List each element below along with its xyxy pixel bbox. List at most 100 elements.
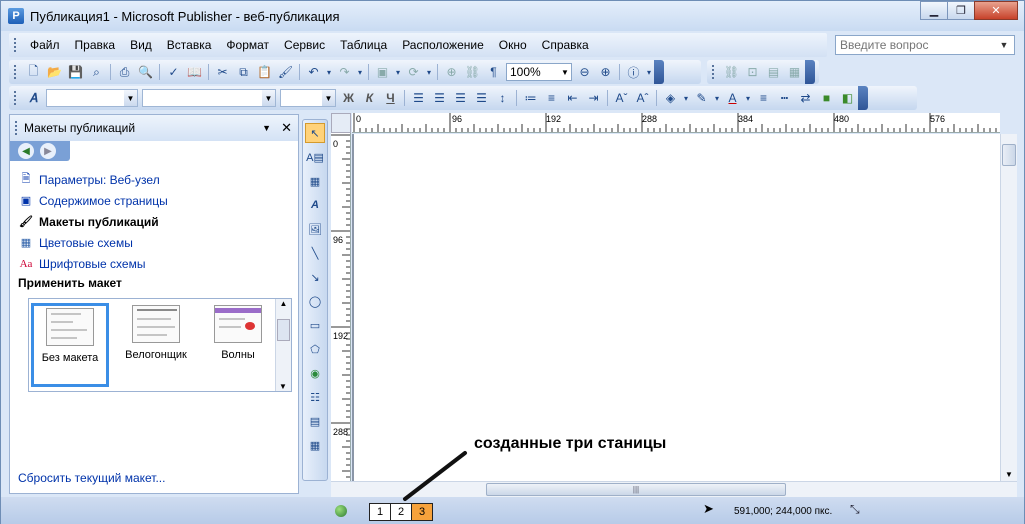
close-button[interactable]: ✕ (974, 1, 1018, 20)
spelling-icon[interactable]: ✓ (163, 62, 184, 82)
link-publication-designs[interactable]: 🖌 Макеты публикаций (10, 211, 298, 232)
chevron-down-icon[interactable]: ▼ (124, 90, 137, 106)
chevron-down-icon[interactable]: ▼ (559, 68, 571, 77)
research-icon[interactable]: 📖 (184, 62, 205, 82)
font-color-icon[interactable]: A (722, 88, 743, 108)
scroll-down-icon[interactable]: ▼ (1001, 470, 1017, 479)
shadow-style-icon[interactable]: ■ (816, 88, 837, 108)
font-combo[interactable]: ▼ (142, 89, 276, 107)
undo-icon[interactable]: ↶ (303, 62, 324, 82)
menu-edit[interactable]: Правка (68, 38, 124, 52)
underline-button[interactable]: Ч (380, 88, 401, 108)
web-page-icon[interactable]: ▦ (784, 62, 805, 82)
links-icon[interactable]: ⛓ (462, 62, 483, 82)
scroll-down-icon[interactable]: ▼ (276, 382, 290, 391)
format-painter-icon[interactable]: 🖌 (275, 62, 296, 82)
decrease-indent-icon[interactable]: ⇤ (562, 88, 583, 108)
align-center-icon[interactable]: ☰ (429, 88, 450, 108)
bold-button[interactable]: Ж (338, 88, 359, 108)
oval-icon[interactable]: ◯ (305, 291, 325, 311)
menu-view[interactable]: Вид (123, 38, 160, 52)
menu-window[interactable]: Окно (492, 38, 535, 52)
horizontal-scroll-thumb[interactable]: ||| (486, 483, 786, 496)
insert-table-icon[interactable]: ▦ (305, 171, 325, 191)
search-files-icon[interactable]: ⌕ (86, 62, 107, 82)
toolbar-options-icon[interactable] (858, 86, 868, 110)
font-color-dropdown-icon[interactable]: ▾ (743, 88, 753, 108)
arrow-icon[interactable]: ↘ (305, 267, 325, 287)
picture-frame-icon[interactable]: 🖼 (305, 219, 325, 239)
zoom-select[interactable]: 100% ▼ (506, 63, 572, 81)
toolbar-grip-icon[interactable] (13, 64, 17, 80)
design-thumb-none[interactable]: Без макета (31, 303, 109, 387)
minimize-button[interactable]: ▁ (920, 1, 948, 20)
chevron-down-icon[interactable]: ▼ (322, 90, 335, 106)
page-button-3[interactable]: 3 (411, 503, 433, 521)
toolbar-grip-icon[interactable] (13, 90, 17, 106)
menu-file[interactable]: Файл (23, 38, 68, 52)
undo-dropdown-icon[interactable]: ▾ (324, 62, 334, 82)
page-canvas[interactable] (352, 134, 1000, 481)
line-spacing-icon[interactable]: ↕ (492, 88, 513, 108)
vertical-scroll-thumb[interactable] (1002, 144, 1016, 166)
chevron-down-icon[interactable]: ▼ (996, 40, 1012, 50)
arrange-icon[interactable]: ▣ (372, 62, 393, 82)
cut-icon[interactable]: ✂ (212, 62, 233, 82)
arrow-style-icon[interactable]: ⇄ (795, 88, 816, 108)
gallery-scrollbar[interactable]: ▲ ▼ (275, 299, 291, 391)
rotate-icon[interactable]: ⟳ (403, 62, 424, 82)
arrange-dropdown-icon[interactable]: ▾ (393, 62, 403, 82)
reset-design-link[interactable]: Сбросить текущий макет... (18, 471, 165, 485)
new-icon[interactable]: 🗋 (23, 62, 44, 82)
line-style-icon[interactable]: ≡ (753, 88, 774, 108)
rotate-dropdown-icon[interactable]: ▾ (424, 62, 434, 82)
menu-arrange[interactable]: Расположение (395, 38, 492, 52)
print-icon[interactable]: ⎙ (114, 62, 135, 82)
group-icon[interactable]: ⊕ (441, 62, 462, 82)
help-question-input[interactable] (836, 38, 996, 52)
decrease-font-icon[interactable]: Aˇ (611, 88, 632, 108)
increase-indent-icon[interactable]: ⇥ (583, 88, 604, 108)
link-font-schemes[interactable]: Aa Шрифтовые схемы (10, 253, 298, 274)
task-pane-close-icon[interactable]: ✕ (281, 120, 292, 136)
scroll-up-icon[interactable]: ▲ (276, 299, 291, 308)
link-color-schemes[interactable]: ▦ Цветовые схемы (10, 232, 298, 253)
chevron-down-icon[interactable]: ▼ (262, 90, 275, 106)
paragraph-mark-icon[interactable]: ¶ (483, 62, 504, 82)
form-control-icon[interactable]: ☷ (305, 387, 325, 407)
help-icon[interactable]: ⓘ (623, 62, 644, 82)
line-icon[interactable]: ╲ (305, 243, 325, 263)
zoom-out-icon[interactable]: ⊖ (574, 62, 595, 82)
copy-icon[interactable]: ⧉ (233, 62, 254, 82)
page-button-1[interactable]: 1 (369, 503, 391, 521)
menu-table[interactable]: Таблица (333, 38, 395, 52)
html-fragment-icon[interactable]: ▤ (305, 411, 325, 431)
save-icon[interactable]: 💾 (65, 62, 86, 82)
align-right-icon[interactable]: ☰ (450, 88, 471, 108)
menu-format[interactable]: Формат (219, 38, 277, 52)
design-thumb-waves[interactable]: Волны (199, 303, 277, 387)
toolbar-options-icon[interactable] (654, 60, 664, 84)
gallery-scroll-thumb[interactable] (277, 319, 290, 341)
toolbar-grip-icon[interactable] (711, 64, 715, 80)
fill-color-icon[interactable]: ◈ (660, 88, 681, 108)
design-gallery-object-icon[interactable]: ▦ (305, 435, 325, 455)
dash-style-icon[interactable]: ┅ (774, 88, 795, 108)
help-question-box[interactable]: ▼ (835, 35, 1015, 55)
bullets-icon[interactable]: ≡ (541, 88, 562, 108)
page-button-2[interactable]: 2 (390, 503, 412, 521)
vertical-scrollbar[interactable]: ▼ (1000, 134, 1017, 481)
web-preview-icon[interactable]: ▤ (763, 62, 784, 82)
paste-icon[interactable]: 📋 (254, 62, 275, 82)
link-page-options[interactable]: 🗎 Параметры: Веб-узел (10, 169, 298, 190)
justify-icon[interactable]: ☰ (471, 88, 492, 108)
open-icon[interactable]: 📂 (44, 62, 65, 82)
line-color-dropdown-icon[interactable]: ▾ (712, 88, 722, 108)
redo-dropdown-icon[interactable]: ▾ (355, 62, 365, 82)
menu-help[interactable]: Справка (535, 38, 597, 52)
hotspot-icon[interactable]: ◉ (305, 363, 325, 383)
menu-insert[interactable]: Вставка (160, 38, 220, 52)
fill-color-dropdown-icon[interactable]: ▾ (681, 88, 691, 108)
wordart-icon[interactable]: A (305, 195, 325, 215)
print-preview-icon[interactable]: 🔍 (135, 62, 156, 82)
